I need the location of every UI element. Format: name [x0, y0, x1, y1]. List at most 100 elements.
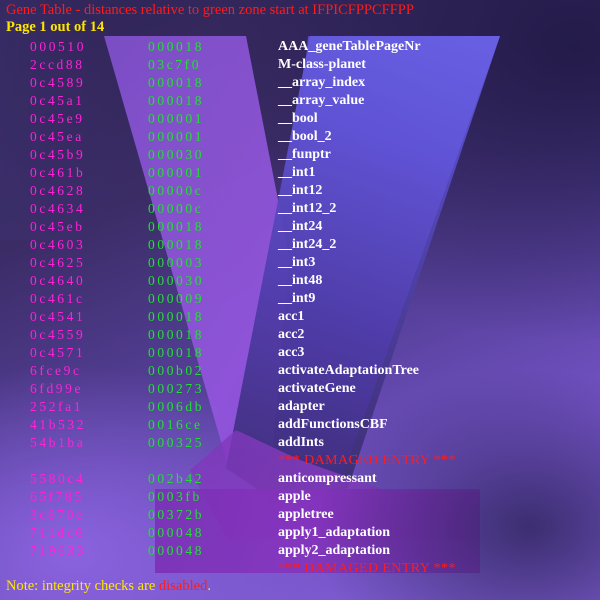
cell-distance: 0003fb: [148, 489, 202, 504]
cell-distance: 0016ce: [148, 417, 203, 432]
cell-address: 6fce9c: [30, 363, 82, 378]
table-row[interactable]: 41b532 0016ce addFunctionsCBF: [0, 416, 600, 434]
table-row[interactable]: 0c4603 000018 __int24_2: [0, 236, 600, 254]
cell-name: apple: [278, 489, 311, 504]
cell-address: 0c4603: [30, 237, 86, 252]
cell-address: 2ccd88: [30, 57, 85, 72]
cell-address: 65f785: [30, 489, 84, 504]
cell-address: 0c4589: [30, 75, 86, 90]
table-row[interactable]: 000510 000018 AAA_geneTablePageNr: [0, 38, 600, 56]
table-row[interactable]: 0c4541 000018 acc1: [0, 308, 600, 326]
table-row[interactable]: 0c4559 000018 acc2: [0, 326, 600, 344]
table-row[interactable]: 3c870e 00372b appletree: [0, 506, 600, 524]
cell-name: __int12: [278, 183, 323, 198]
cell-address: 711dc6: [30, 525, 85, 540]
gene-table: 000510 000018 AAA_geneTablePageNr 2ccd88 03c…: [0, 38, 600, 578]
cell-address: 719633: [30, 543, 87, 558]
table-row[interactable]: 711dc6 000048 apply1_adaptation: [0, 524, 600, 542]
table-row[interactable]: 0c4589 000018 __array_index: [0, 74, 600, 92]
integrity-note: Note: integrity checks are disabled.: [6, 578, 211, 595]
integrity-status-value: disabled: [159, 578, 208, 594]
integrity-note-suffix: .: [207, 578, 211, 594]
cell-address: 6fd99e: [30, 381, 84, 396]
cell-distance: 000048: [148, 543, 205, 558]
table-row[interactable]: 0c4634 00000c __int12_2: [0, 200, 600, 218]
cell-damaged-entry: *** DAMAGED ENTRY ***: [278, 561, 456, 576]
cell-address: 0c45b9: [30, 147, 86, 162]
cell-address: 0c45eb: [30, 219, 85, 234]
cell-distance: 000b02: [148, 363, 205, 378]
table-row[interactable]: 0c45e9 000001 __bool: [0, 110, 600, 128]
cell-address: 41b532: [30, 417, 87, 432]
table-row[interactable]: *** DAMAGED ENTRY ***: [0, 452, 600, 470]
cell-address: 000510: [30, 39, 87, 54]
cell-name: __int24_2: [278, 237, 337, 252]
table-row[interactable]: 2ccd88 03c7f0 M-class-planet: [0, 56, 600, 74]
table-row[interactable]: 0c4571 000018 acc3: [0, 344, 600, 362]
cell-distance: 000018: [148, 219, 205, 234]
table-row[interactable]: 6fd99e 000273 activateGene: [0, 380, 600, 398]
table-row[interactable]: 0c4625 000003 __int3: [0, 254, 600, 272]
cell-name: __int48: [278, 273, 323, 288]
cell-address: 0c45a1: [30, 93, 85, 108]
cell-name: __int12_2: [278, 201, 337, 216]
table-row[interactable]: 0c461c 000009 __int9: [0, 290, 600, 308]
cell-distance: 000018: [148, 327, 205, 342]
cell-address: 0c461c: [30, 291, 85, 306]
integrity-note-prefix: Note: integrity checks are: [6, 578, 159, 594]
cell-name: __bool_2: [278, 129, 332, 144]
cell-name: acc3: [278, 345, 305, 360]
cell-distance: 000030: [148, 273, 205, 288]
table-row[interactable]: 5580c4 002b42 anticompressant: [0, 470, 600, 488]
cell-address: 0c45e9: [30, 111, 85, 126]
cell-address: 3c870e: [30, 507, 85, 522]
table-row[interactable]: 0c45eb 000018 __int24: [0, 218, 600, 236]
cell-address: 0c461b: [30, 165, 86, 180]
cell-name: acc2: [278, 327, 305, 342]
cell-distance: 000018: [148, 39, 205, 54]
cell-name: M-class-planet: [278, 57, 366, 72]
cell-distance: 000018: [148, 75, 205, 90]
cell-distance: 00372b: [148, 507, 205, 522]
table-row[interactable]: 54b1ba 000325 addInts: [0, 434, 600, 452]
table-row[interactable]: 0c45b9 000030 __funptr: [0, 146, 600, 164]
cell-address: 0c4559: [30, 327, 86, 342]
cell-name: apply1_adaptation: [278, 525, 391, 540]
cell-address: 54b1ba: [30, 435, 86, 450]
cell-name: activateAdaptationTree: [278, 363, 420, 378]
cell-distance: 00000c: [148, 183, 204, 198]
cell-distance: 000009: [148, 291, 205, 306]
gene-table-screen: Gene Table - distances relative to green…: [0, 0, 600, 600]
cell-address: 0c4571: [30, 345, 86, 360]
cell-distance: 03c7f0: [148, 57, 202, 72]
cell-distance: 000018: [148, 237, 205, 252]
cell-distance: 000003: [148, 255, 205, 270]
table-row[interactable]: 6fce9c 000b02 activateAdaptationTree: [0, 362, 600, 380]
table-row[interactable]: 0c461b 000001 __int1: [0, 164, 600, 182]
cell-distance: 000001: [148, 129, 205, 144]
cell-name: activateGene: [278, 381, 356, 396]
cell-name: anticompressant: [278, 471, 377, 486]
cell-address: 5580c4: [30, 471, 86, 486]
table-row[interactable]: 719633 000048 apply2_adaptation: [0, 542, 600, 560]
cell-damaged-entry: *** DAMAGED ENTRY ***: [278, 453, 456, 468]
cell-distance: 000048: [148, 525, 205, 540]
table-row[interactable]: 0c45a1 000018 __array_value: [0, 92, 600, 110]
content-layer: Gene Table - distances relative to green…: [0, 0, 600, 600]
cell-address: 0c4640: [30, 273, 86, 288]
cell-distance: 0006db: [148, 399, 205, 414]
cell-address: 0c4628: [30, 183, 86, 198]
cell-name: __int3: [278, 255, 316, 270]
cell-name: __int9: [278, 291, 316, 306]
cell-name: apply2_adaptation: [278, 543, 391, 558]
table-row[interactable]: *** DAMAGED ENTRY ***: [0, 560, 600, 578]
table-row[interactable]: 0c4628 00000c __int12: [0, 182, 600, 200]
table-row[interactable]: 0c4640 000030 __int48: [0, 272, 600, 290]
table-row[interactable]: 0c45ea 000001 __bool_2: [0, 128, 600, 146]
cell-distance: 000030: [148, 147, 205, 162]
table-row[interactable]: 252fa1 0006db adapter: [0, 398, 600, 416]
cell-distance: 002b42: [148, 471, 205, 486]
cell-name: acc1: [278, 309, 305, 324]
cell-address: 252fa1: [30, 399, 84, 414]
table-row[interactable]: 65f785 0003fb apple: [0, 488, 600, 506]
